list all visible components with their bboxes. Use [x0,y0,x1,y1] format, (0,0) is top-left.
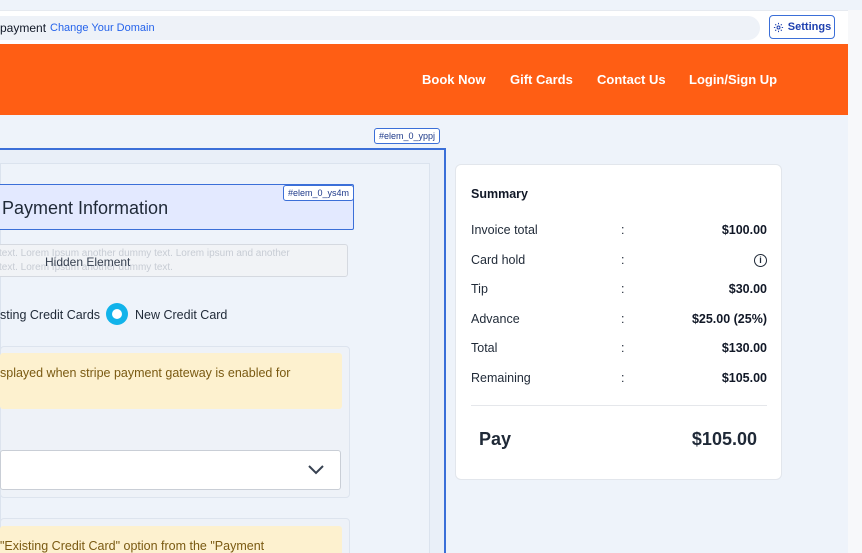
gear-icon [773,22,783,32]
summary-colon: : [621,341,625,355]
summary-value: $105.00 [721,371,767,385]
existing-credit-cards-option[interactable]: sting Credit Cards [0,308,100,322]
summary-label: Advance [471,312,520,326]
pay-label: Pay [479,429,512,449]
hidden-element-label: Hidden Element [45,255,131,269]
existing-card-notice-text: "Existing Credit Card" option from the "… [0,539,265,553]
summary-label: Total [471,341,498,355]
card-select[interactable] [0,450,341,490]
summary-row-total: Total : $130.00 [471,341,767,359]
summary-value: $30.00 [728,282,767,296]
stripe-notice-text: splayed when stripe payment gateway is e… [0,366,291,380]
new-credit-card-label[interactable]: New Credit Card [135,308,227,322]
summary-value: $25.00 (25%) [691,312,767,326]
pay-amount: $105.00 [691,429,757,449]
summary-label: Remaining [471,371,531,385]
hidden-element: text. Lorem Ipsum another dummy text. Lo… [0,244,348,277]
summary-row-tip: Tip : $30.00 [471,282,767,300]
nav-contact-us[interactable]: Contact Us [597,72,666,87]
summary-value: $100.00 [721,223,767,237]
payment-title: Payment Information [2,198,169,218]
top-bar: payment Change Your Domain Settings [0,10,848,44]
summary-row-card-hold: Card hold : i [471,253,767,271]
summary-colon: : [621,371,625,385]
summary-colon: : [621,312,625,326]
summary-colon: : [621,223,625,237]
page-name: payment [0,21,47,35]
summary-title: Summary [471,187,528,201]
summary-label: Invoice total [471,223,538,237]
nav-login-signup[interactable]: Login/Sign Up [689,72,777,87]
summary-divider [471,405,767,406]
settings-label: Settings [787,21,832,33]
change-domain-link[interactable]: Change Your Domain [50,22,155,34]
summary-label: Tip [471,282,488,296]
element-tag-title: #elem_0_ys4m [283,185,355,201]
nav-gift-cards[interactable]: Gift Cards [510,72,573,87]
chevron-down-icon [308,465,324,475]
summary-row-remaining: Remaining : $105.00 [471,371,767,389]
summary-row-invoice-total: Invoice total : $100.00 [471,223,767,241]
summary-colon: : [621,282,625,296]
summary-card: Summary Invoice total : $100.00 Card hol… [455,164,782,480]
summary-colon: : [621,253,625,267]
summary-value: $130.00 [721,341,767,355]
summary-row-advance: Advance : $25.00 (25%) [471,312,767,330]
new-credit-card-radio[interactable] [106,303,128,325]
info-icon[interactable]: i [754,254,767,267]
settings-button[interactable]: Settings [769,15,835,39]
nav-book-now[interactable]: Book Now [422,72,486,87]
element-tag-outer: #elem_0_yppj [374,128,441,144]
summary-label: Card hold [471,253,526,267]
window-edge [848,10,862,553]
stripe-notice [0,353,342,409]
header-nav: Book Now Gift Cards Contact Us Login/Sig… [0,44,848,115]
